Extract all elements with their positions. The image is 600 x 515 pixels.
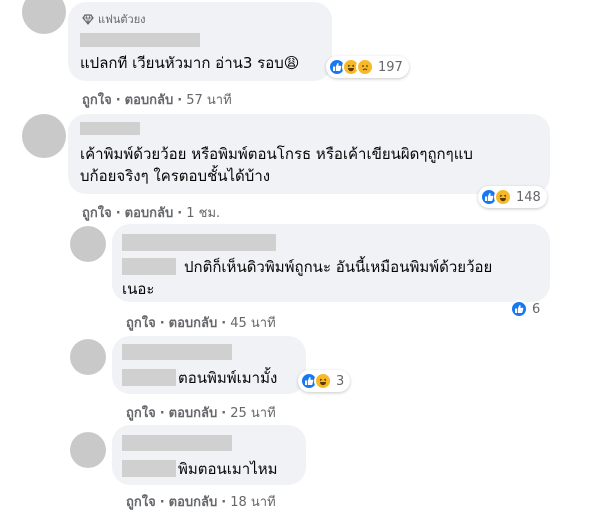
- sad-icon: [356, 58, 374, 76]
- reply-button[interactable]: ตอบกลับ: [125, 93, 174, 108]
- diamond-icon: [82, 13, 94, 25]
- reaction-summary[interactable]: 6: [508, 298, 546, 320]
- reply-bubble: พิมตอนเมาไหม: [112, 425, 306, 485]
- reaction-summary[interactable]: 3: [298, 370, 351, 392]
- timestamp[interactable]: 18 นาที: [230, 495, 275, 510]
- laugh-icon: [314, 372, 332, 390]
- like-button[interactable]: ถูกใจ: [82, 93, 112, 108]
- commenter-name[interactable]: [80, 33, 200, 47]
- comment-bubble: เค้าพิมพ์ด้วยว้อย หรือพิมพ์ตอนโกรธ หรือเ…: [68, 114, 550, 194]
- like-button[interactable]: ถูกใจ: [126, 316, 156, 331]
- reaction-count: 197: [378, 59, 403, 75]
- comment-text-line-2: บก้อยจริงๆ ใครตอบชั้นได้บ้าง: [80, 167, 271, 185]
- timestamp[interactable]: 1 ชม.: [186, 206, 220, 221]
- reaction-summary[interactable]: 197: [326, 56, 409, 78]
- commenter-name[interactable]: [122, 435, 232, 451]
- comment-text: แปลกที เวียนหัวมาก อ่าน3 รอบ😩: [80, 54, 300, 72]
- top-fan-badge[interactable]: แฟนตัวยง: [82, 10, 146, 28]
- reply-text-line-2: เนอะ: [122, 280, 155, 298]
- comment-bubble: แฟนตัวยง แปลกที เวียนหัวมาก อ่าน3 รอบ😩: [68, 2, 332, 81]
- like-icon: [510, 300, 528, 318]
- reaction-count: 6: [532, 301, 541, 317]
- reply-actions: ถูกใจ · ตอบกลับ · 18 นาที: [126, 495, 276, 510]
- timestamp[interactable]: 25 นาที: [230, 406, 275, 421]
- reply-text: พิมตอนเมาไหม: [178, 460, 278, 478]
- mentioned-name[interactable]: [122, 369, 176, 386]
- reply-button[interactable]: ตอบกลับ: [125, 206, 174, 221]
- reply-button[interactable]: ตอบกลับ: [169, 495, 218, 510]
- reply-bubble: ปกติก็เห็นดิวพิมพ์ถูกนะ อันนี้เหมือนพิมพ…: [112, 224, 550, 302]
- commenter-name[interactable]: [122, 344, 232, 360]
- commenter-name[interactable]: [122, 234, 276, 251]
- avatar[interactable]: [22, 0, 66, 34]
- comment-actions: ถูกใจ · ตอบกลับ · 1 ชม.: [82, 206, 221, 221]
- reply-text-line-1: ปกติก็เห็นดิวพิมพ์ถูกนะ อันนี้เหมือนพิมพ…: [184, 258, 493, 276]
- timestamp[interactable]: 57 นาที: [186, 93, 231, 108]
- reply-button[interactable]: ตอบกลับ: [169, 406, 218, 421]
- like-button[interactable]: ถูกใจ: [82, 206, 112, 221]
- reply-actions: ถูกใจ · ตอบกลับ · 25 นาที: [126, 406, 276, 421]
- like-button[interactable]: ถูกใจ: [126, 406, 156, 421]
- reaction-count: 148: [516, 189, 541, 205]
- reaction-count: 3: [336, 373, 345, 389]
- laugh-icon: [494, 188, 512, 206]
- comment-actions: ถูกใจ · ตอบกลับ · 57 นาที: [82, 93, 232, 108]
- like-button[interactable]: ถูกใจ: [126, 495, 156, 510]
- timestamp[interactable]: 45 นาที: [230, 316, 275, 331]
- avatar[interactable]: [22, 114, 66, 158]
- reaction-summary[interactable]: 148: [478, 186, 547, 208]
- reply-bubble: ตอนพิมพ์เมามั้ง: [112, 336, 306, 394]
- mentioned-name[interactable]: [122, 460, 176, 477]
- avatar[interactable]: [70, 226, 106, 262]
- reply-actions: ถูกใจ · ตอบกลับ · 45 นาที: [126, 316, 276, 331]
- avatar[interactable]: [70, 339, 106, 375]
- mentioned-name[interactable]: [122, 258, 176, 275]
- avatar[interactable]: [70, 432, 106, 468]
- reply-text: ตอนพิมพ์เมามั้ง: [178, 369, 278, 387]
- reply-button[interactable]: ตอบกลับ: [169, 316, 218, 331]
- badge-label: แฟนตัวยง: [98, 13, 146, 26]
- commenter-name[interactable]: [80, 122, 140, 135]
